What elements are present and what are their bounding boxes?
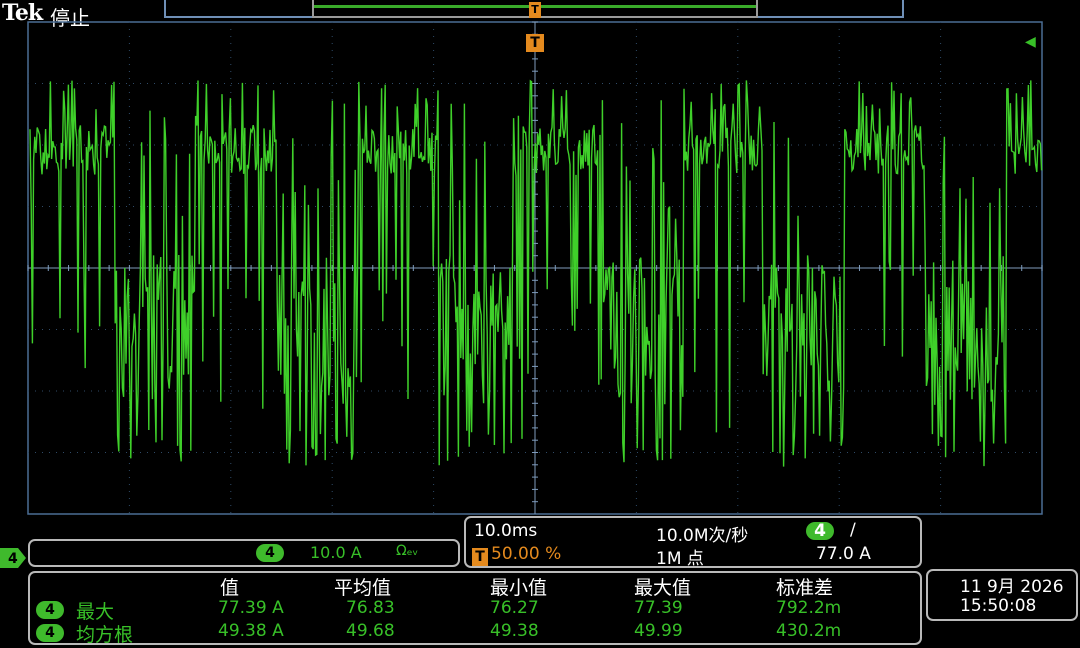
trigger-position-readout: T 50.00 % — [472, 544, 561, 566]
row2-min: 49.38 — [490, 621, 539, 641]
row2-channel-badge: 4 — [36, 624, 64, 642]
header-min: 最小值 — [490, 577, 548, 599]
time-per-division: 10.0ms — [474, 521, 538, 541]
trigger-slope-icon: ∕ — [850, 520, 856, 540]
horizontal-trigger-panel[interactable]: 10.0ms 10.0M次/秒 T 50.00 % 1M 点 4 ∕ 77.0 A — [464, 516, 922, 569]
row2-stddev: 430.2m — [776, 621, 842, 641]
vertical-scale-value: 10.0 A — [310, 543, 362, 562]
trigger-level-value: 77.0 A — [816, 544, 871, 564]
datetime-panel[interactable]: 11 9月 2026 15:50:08 — [926, 569, 1078, 621]
trigger-channel-badge: 4 — [806, 522, 834, 540]
coupling-symbol: Ωₑᵥ — [396, 543, 419, 559]
svg-text:4: 4 — [8, 551, 18, 567]
time-text: 15:50:08 — [960, 596, 1037, 616]
header-max: 最大值 — [634, 577, 692, 599]
header-stddev: 标准差 — [776, 577, 834, 599]
row2-value: 49.38 A — [218, 621, 284, 641]
sample-rate: 10.0M次/秒 — [656, 526, 749, 546]
trigger-position-value: 50.00 % — [491, 544, 562, 564]
row2-max: 49.99 — [634, 621, 683, 641]
header-value: 值 — [220, 577, 240, 599]
row2-mean: 49.68 — [346, 621, 395, 641]
row2-label: 均方根 — [76, 624, 134, 646]
trigger-badge-icon: T — [472, 548, 488, 566]
row1-value: 77.39 A — [218, 598, 284, 618]
row1-channel-badge: 4 — [36, 601, 64, 619]
measurement-table[interactable]: 值 平均值 最小值 最大值 标准差 4 最大 77.39 A 76.83 76.… — [28, 571, 922, 646]
row1-mean: 76.83 — [346, 598, 395, 618]
header-mean: 平均值 — [334, 577, 392, 599]
channel-4-marker-icon[interactable]: 4 — [0, 548, 26, 568]
row1-max: 77.39 — [634, 598, 683, 618]
channel-badge: 4 — [256, 544, 284, 562]
channel-4-waveform-trace — [29, 79, 1043, 467]
row1-min: 76.27 — [490, 598, 539, 618]
channel-scale-bar[interactable]: 4 10.0 A Ωₑᵥ — [28, 539, 460, 567]
row1-stddev: 792.2m — [776, 598, 842, 618]
record-points: 1M 点 — [656, 549, 704, 569]
trigger-position-icon[interactable]: T — [526, 34, 544, 52]
trigger-level-icon[interactable]: ◀ — [1025, 34, 1036, 50]
date-text: 11 9月 2026 — [960, 577, 1064, 597]
